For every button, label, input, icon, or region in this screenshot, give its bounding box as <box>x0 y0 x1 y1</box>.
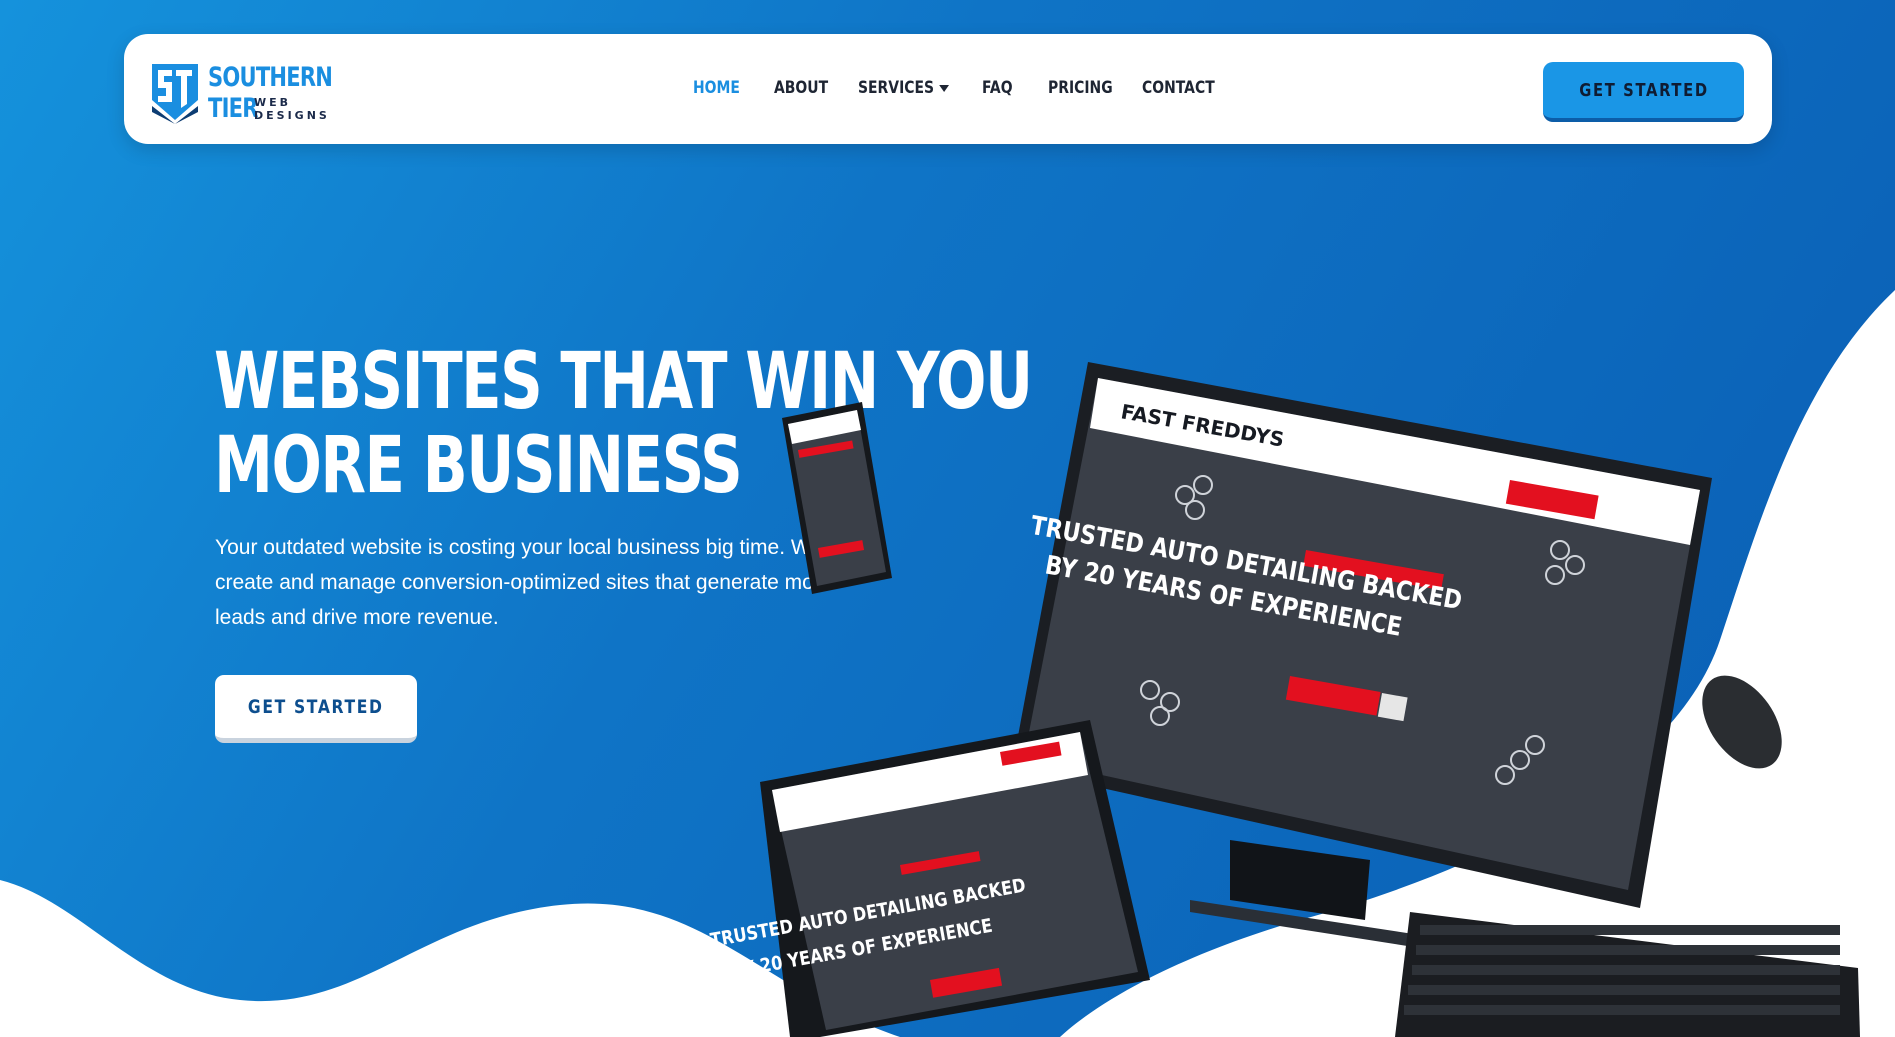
hero-title-line1: WEBSITES THAT WIN YOU <box>214 337 1033 427</box>
nav-faq[interactable]: FAQ <box>982 78 1013 98</box>
brand-tagline: WEB DESIGNS <box>254 96 330 122</box>
nav-home[interactable]: HOME <box>693 78 740 98</box>
chevron-down-icon <box>938 84 949 92</box>
nav-services-label: SERVICES <box>858 78 935 98</box>
brand-line1: SOUTHERN <box>208 62 333 93</box>
hero-title-line2: MORE BUSINESS <box>214 421 743 511</box>
site-header: SOUTHERN TIER WEB DESIGNS HOME ABOUT SER… <box>124 34 1772 144</box>
brand-logo[interactable]: SOUTHERN TIER WEB DESIGNS <box>150 60 340 124</box>
nav-contact[interactable]: CONTACT <box>1142 78 1215 98</box>
shield-logo-icon <box>152 64 198 124</box>
hero-title: WEBSITES THAT WIN YOU MORE BUSINESS <box>214 340 1033 511</box>
header-get-started-button[interactable]: GET STARTED <box>1543 62 1744 122</box>
hero-cta-label: GET STARTED <box>248 695 384 718</box>
brand-line2: TIER <box>208 93 258 124</box>
hero-subtitle: Your outdated website is costing your lo… <box>215 536 833 629</box>
nav-pricing[interactable]: PRICING <box>1048 78 1113 98</box>
background-waves <box>0 290 1895 1037</box>
hero-get-started-button[interactable]: GET STARTED <box>215 675 417 743</box>
nav-services[interactable]: SERVICES <box>858 78 949 98</box>
nav-about[interactable]: ABOUT <box>774 78 828 98</box>
header-cta-label: GET STARTED <box>1578 79 1709 101</box>
